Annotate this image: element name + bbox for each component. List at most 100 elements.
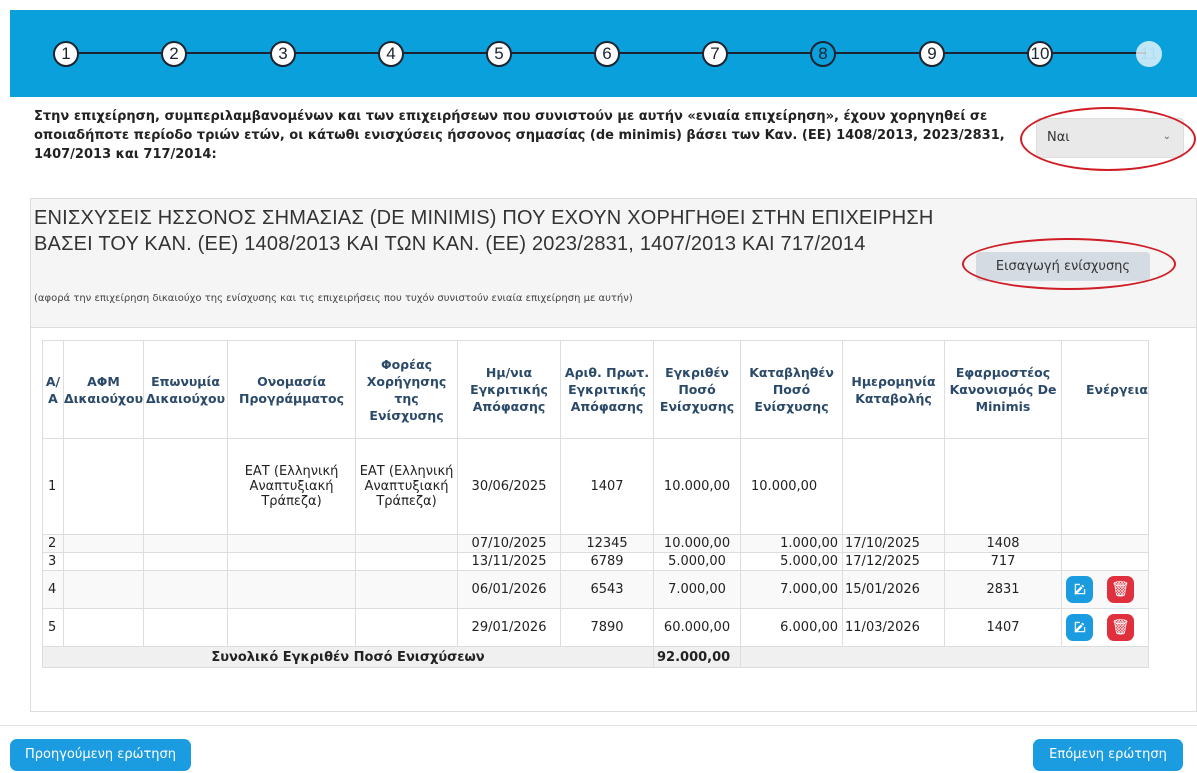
step-2[interactable]: 2	[161, 41, 187, 67]
col-protocol: Αριθ. Πρωτ. Εγκριτικής Απόφασης	[560, 340, 655, 439]
cell-pay-date: 11/03/2026	[842, 608, 946, 647]
col-afm: ΑΦΜ Δικαιούχου	[62, 340, 145, 439]
cell-name	[143, 534, 229, 553]
cell-paid: 5.000,00	[740, 552, 844, 571]
edit-icon	[1074, 621, 1085, 633]
edit-button[interactable]	[1066, 576, 1094, 603]
cell-pay-date: 17/10/2025	[842, 534, 946, 553]
cell-actions: 🗑	[1061, 608, 1149, 647]
cell-decision-date: 07/10/2025	[457, 534, 562, 553]
next-question-button[interactable]: Επόμενη ερώτηση	[1033, 739, 1183, 771]
edit-button[interactable]	[1066, 614, 1094, 641]
panel-subtitle: (αφορά την επιχείρηση δικαιούχο της ενίσ…	[34, 293, 633, 304]
cell-afm	[62, 608, 145, 647]
table-row: 1 ΕΑΤ (Ελληνική Αναπτυξιακή Τράπεζα) ΕΑΤ…	[42, 438, 1149, 535]
cell-decision-date: 13/11/2025	[457, 552, 562, 571]
footer-divider	[0, 725, 1197, 726]
col-name: Επωνυμία Δικαιούχου	[143, 340, 229, 439]
cell-program	[227, 570, 357, 609]
cell-agency	[355, 534, 459, 553]
col-decision-date: Ημ/νια Εγκριτικής Απόφασης	[457, 340, 562, 439]
aid-table: Α/Α ΑΦΜ Δικαιούχου Επωνυμία Δικαιούχου Ο…	[41, 340, 1149, 668]
cell-agency: ΕΑΤ (Ελληνική Αναπτυξιακή Τράπεζα)	[355, 438, 459, 535]
cell-regulation: 2831	[944, 570, 1063, 609]
total-row: Συνολικό Εγκριθέν Ποσό Ενισχύσεων 92.000…	[41, 646, 1149, 668]
cell-afm	[62, 534, 145, 553]
panel-title: ΕΝΙΣΧΥΣΕΙΣ ΗΣΣΟΝΟΣ ΣΗΜΑΣΙΑΣ (DE MINIMIS)…	[34, 207, 934, 255]
cell-program: ΕΑΤ (Ελληνική Αναπτυξιακή Τράπεζα)	[227, 438, 357, 535]
panel-header: ΕΝΙΣΧΥΣΕΙΣ ΗΣΣΟΝΟΣ ΣΗΜΑΣΙΑΣ (DE MINIMIS)…	[31, 199, 1196, 328]
cell-paid: 1.000,00	[740, 534, 844, 553]
cell-program	[227, 534, 357, 553]
cell-protocol: 6789	[560, 552, 655, 571]
step-9[interactable]: 9	[919, 41, 945, 67]
step-8-current[interactable]: 8	[810, 41, 836, 67]
cell-decision-date: 29/01/2026	[457, 608, 562, 647]
cell-regulation	[944, 438, 1063, 535]
cell-name	[143, 552, 229, 571]
cell-protocol: 7890	[560, 608, 655, 647]
cell-approved: 7.000,00	[653, 570, 742, 609]
cell-pay-date: 17/12/2025	[842, 552, 946, 571]
step-4[interactable]: 4	[378, 41, 404, 67]
cell-actions: 🗑	[1061, 570, 1149, 609]
add-aid-button[interactable]: Εισαγωγή ενίσχυσης	[976, 252, 1150, 281]
progress-stepper: 1 2 3 4 5 6 7 8 9 10 11	[10, 10, 1197, 97]
table-row: 4 06/01/2026 6543 7.000,00 7.000,00 15/0…	[42, 570, 1149, 609]
cell-regulation: 1408	[944, 534, 1063, 553]
col-approved: Εγκριθέν Ποσό Ενίσχυσης	[653, 340, 742, 439]
delete-button[interactable]: 🗑	[1107, 614, 1135, 641]
col-pay-date: Ημερομηνία Καταβολής	[842, 340, 946, 439]
question-text: Στην επιχείρηση, συμπεριλαμβανομένων και…	[34, 109, 1005, 162]
col-agency: Φορέας Χορήγησης της Ενίσχυσης	[355, 340, 459, 439]
cell-agency	[355, 608, 459, 647]
cell-afm	[62, 438, 145, 535]
col-actions: Ενέργεια	[1061, 340, 1149, 439]
cell-approved: 60.000,00	[653, 608, 742, 647]
step-7[interactable]: 7	[702, 41, 728, 67]
cell-actions	[1061, 552, 1149, 571]
step-10[interactable]: 10	[1027, 41, 1053, 67]
cell-paid: 6.000,00	[740, 608, 844, 647]
cell-name	[143, 570, 229, 609]
previous-question-button[interactable]: Προηγούμενη ερώτηση	[10, 739, 191, 771]
cell-actions	[1061, 438, 1149, 535]
cell-program	[227, 608, 357, 647]
cell-afm	[62, 570, 145, 609]
total-value: 92.000,00	[653, 646, 742, 668]
cell-agency	[355, 552, 459, 571]
cell-aa: 5	[42, 608, 64, 647]
trash-icon: 🗑	[1111, 580, 1131, 598]
cell-decision-date: 30/06/2025	[457, 438, 562, 535]
cell-pay-date: 15/01/2026	[842, 570, 946, 609]
cell-paid: 7.000,00	[740, 570, 844, 609]
total-filler	[740, 646, 1149, 668]
cell-aa: 1	[42, 438, 64, 535]
cell-aa: 4	[42, 570, 64, 609]
answer-select[interactable]: Ναι ⌄	[1036, 118, 1184, 158]
step-5[interactable]: 5	[486, 41, 512, 67]
step-6[interactable]: 6	[594, 41, 620, 67]
cell-protocol: 1407	[560, 438, 655, 535]
cell-paid: 10.000,00	[740, 438, 844, 535]
answer-value: Ναι	[1047, 130, 1070, 145]
table-row: 3 13/11/2025 6789 5.000,00 5.000,00 17/1…	[42, 552, 1149, 571]
cell-aa: 2	[42, 534, 64, 553]
step-11: 11	[1136, 41, 1162, 67]
chevron-down-icon: ⌄	[1162, 131, 1171, 142]
total-label: Συνολικό Εγκριθέν Ποσό Ενισχύσεων	[41, 646, 655, 668]
cell-agency	[355, 570, 459, 609]
table-row: 2 07/10/2025 12345 10.000,00 1.000,00 17…	[42, 534, 1149, 553]
cell-approved: 10.000,00	[653, 438, 742, 535]
cell-aa: 3	[42, 552, 64, 571]
col-paid: Καταβληθέν Ποσό Ενίσχυσης	[740, 340, 844, 439]
cell-afm	[62, 552, 145, 571]
step-1[interactable]: 1	[53, 41, 79, 67]
edit-icon	[1074, 583, 1085, 595]
table-row: 5 29/01/2026 7890 60.000,00 6.000,00 11/…	[42, 608, 1149, 647]
delete-button[interactable]: 🗑	[1107, 576, 1135, 603]
col-regulation: Εφαρμοστέος Κανονισμός De Minimis	[944, 340, 1063, 439]
step-3[interactable]: 3	[270, 41, 296, 67]
col-aa: Α/Α	[42, 340, 64, 439]
cell-regulation: 717	[944, 552, 1063, 571]
